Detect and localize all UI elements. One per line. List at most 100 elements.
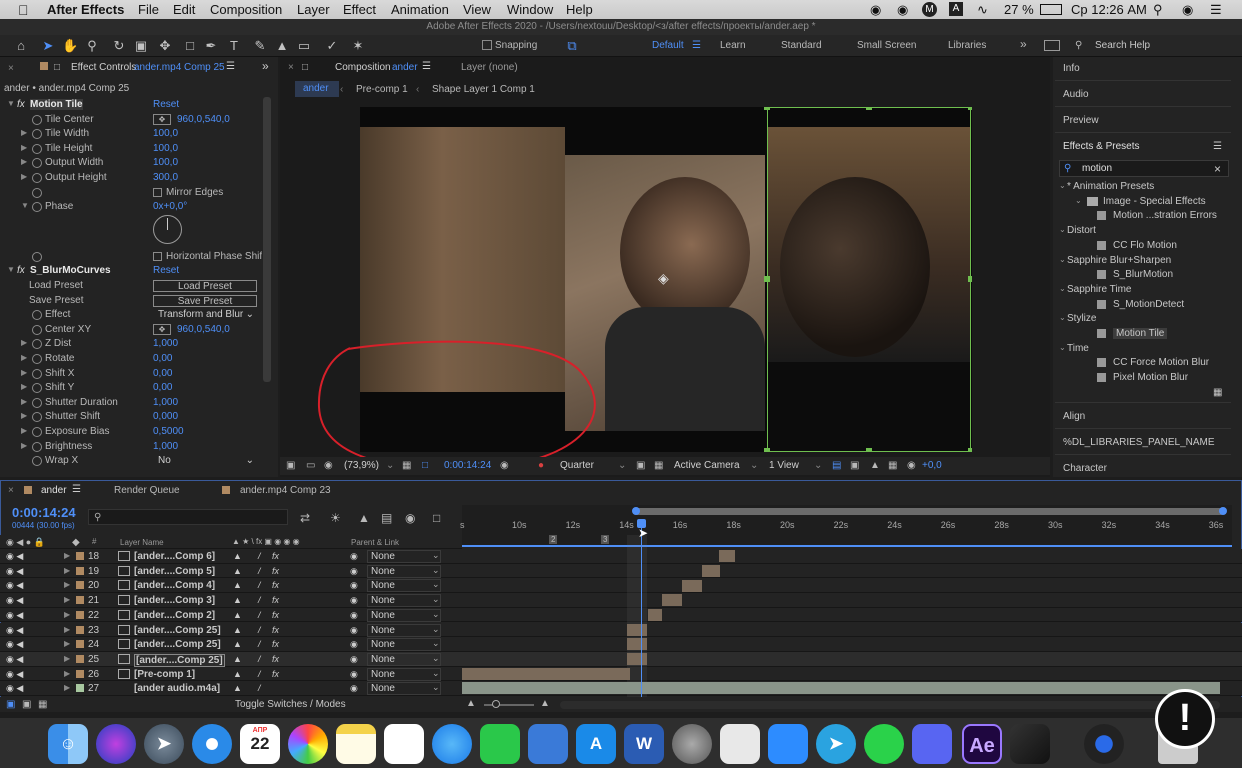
- stopwatch-icon[interactable]: [32, 412, 42, 423]
- bbox-handle[interactable]: [968, 276, 972, 282]
- menu-animation[interactable]: Animation: [391, 2, 449, 17]
- hand-tool-icon[interactable]: ✋: [62, 38, 78, 54]
- facetime-icon[interactable]: [480, 724, 520, 764]
- layer-name[interactable]: [ander audio.m4a]: [134, 683, 220, 694]
- layer-label-color[interactable]: [76, 625, 84, 634]
- property-value[interactable]: 0,00: [153, 353, 172, 364]
- stopwatch-icon[interactable]: [32, 251, 42, 262]
- keynote-icon[interactable]: [528, 724, 568, 764]
- disclosure-triangle-icon[interactable]: ▶: [64, 566, 70, 575]
- eraser-tool-icon[interactable]: ▭: [296, 38, 312, 54]
- layer-name[interactable]: [Pre-comp 1]: [134, 669, 195, 680]
- pickwhip-icon[interactable]: ◉: [350, 639, 358, 650]
- always-preview-icon[interactable]: ▣: [286, 460, 295, 471]
- toggle-switches-modes[interactable]: Toggle Switches / Modes: [235, 699, 346, 710]
- disclosure-triangle-icon[interactable]: ▶: [64, 625, 70, 634]
- character-panel-header[interactable]: Character: [1063, 463, 1107, 474]
- marker-2[interactable]: 2: [549, 535, 558, 544]
- pickwhip-icon[interactable]: ◉: [350, 580, 358, 591]
- shy-switch-icon[interactable]: ▲: [233, 610, 242, 620]
- bbox-handle[interactable]: [866, 107, 872, 110]
- layer-row[interactable]: ◉ ◀ ▶ 25 [ander....Comp 25] ▲ / fx ◉ Non…: [0, 651, 1242, 667]
- work-area-bar[interactable]: [634, 508, 1224, 515]
- composition-tab[interactable]: Composition: [335, 62, 391, 73]
- fx-icon[interactable]: fx: [17, 99, 25, 110]
- effects-item[interactable]: CC Flo Motion: [1055, 239, 1231, 253]
- effect-controls-scrollbar[interactable]: [263, 97, 271, 382]
- workspace-menu-icon[interactable]: ☰: [692, 40, 701, 51]
- effect-controls-tab[interactable]: Effect Controls: [71, 62, 136, 73]
- chevron-down-icon[interactable]: ⌄: [432, 624, 440, 635]
- layer-label-color[interactable]: [76, 640, 84, 649]
- effects-item[interactable]: Pixel Motion Blur: [1055, 371, 1231, 385]
- effects-item[interactable]: CC Force Motion Blur: [1055, 356, 1231, 370]
- layer-bar-24[interactable]: [627, 638, 647, 650]
- disclosure-triangle-icon[interactable]: ▶: [21, 157, 27, 166]
- safari-icon[interactable]: [192, 724, 232, 764]
- chevron-down-icon[interactable]: ⌄: [432, 638, 440, 649]
- views-dropdown[interactable]: 1 View: [769, 460, 799, 471]
- timeline-tab-ander[interactable]: ander: [41, 485, 67, 496]
- effects-search-field[interactable]: ⚲ motion ×: [1059, 160, 1229, 177]
- stopwatch-icon[interactable]: [32, 368, 42, 379]
- quality-switch-icon[interactable]: /: [258, 610, 261, 620]
- stopwatch-icon[interactable]: [32, 173, 42, 183]
- shy-layers-icon[interactable]: ▲: [358, 511, 370, 525]
- discord-icon[interactable]: [912, 724, 952, 764]
- quality-switch-icon[interactable]: /: [258, 580, 261, 590]
- disclosure-triangle-icon[interactable]: ▶: [21, 353, 27, 362]
- zoom-out-icon[interactable]: ▲: [466, 698, 476, 709]
- checkbox[interactable]: [153, 187, 162, 197]
- siri-dock-icon[interactable]: [96, 724, 136, 764]
- fast-previews-icon[interactable]: ▣: [850, 460, 859, 471]
- screen-recorder-icon[interactable]: [1084, 724, 1124, 764]
- apple-menu-icon[interactable]: : [18, 2, 29, 18]
- word-icon[interactable]: W: [624, 724, 664, 764]
- preview-panel-header[interactable]: Preview: [1063, 115, 1099, 126]
- quality-switch-icon[interactable]: /: [258, 654, 261, 664]
- crosshair-icon[interactable]: ✥: [153, 323, 171, 335]
- wifi-icon[interactable]: ∿: [977, 2, 988, 18]
- m-status-icon[interactable]: M: [922, 2, 937, 17]
- disclosure-triangle-icon[interactable]: ▶: [21, 426, 27, 435]
- property-value[interactable]: 960,0,540,0: [177, 114, 230, 125]
- stopwatch-icon[interactable]: [32, 129, 42, 140]
- stopwatch-icon[interactable]: [32, 310, 42, 321]
- timeline-search-field[interactable]: ⚲: [88, 509, 288, 525]
- close-timeline-tab-icon[interactable]: ×: [8, 485, 14, 496]
- fx-switch-icon[interactable]: fx: [272, 639, 279, 649]
- menu-layer[interactable]: Layer: [297, 2, 330, 17]
- visibility-eye-icon[interactable]: ◉ ◀: [6, 595, 23, 606]
- effects-category[interactable]: ⌄ Stylize: [1055, 312, 1231, 326]
- chevron-down-icon[interactable]: ⌄: [618, 460, 626, 471]
- effect-reset-button[interactable]: Reset: [153, 99, 179, 110]
- chevron-down-icon[interactable]: ⌄: [432, 579, 440, 590]
- effects-item[interactable]: Motion Tile: [1055, 327, 1231, 341]
- visibility-eye-icon[interactable]: ◉ ◀: [6, 669, 23, 680]
- frame-blending-icon[interactable]: ▤: [381, 511, 392, 525]
- property-value[interactable]: 0,00: [153, 368, 172, 379]
- shy-switch-icon[interactable]: ▲: [233, 654, 242, 664]
- effect-header[interactable]: ▼ fx S_BlurMoCurves Reset: [0, 264, 262, 279]
- effects-item[interactable]: ⌄ Image - Special Effects: [1055, 195, 1231, 209]
- whatsapp-icon[interactable]: [864, 724, 904, 764]
- comp-mini-flowchart-icon[interactable]: ⇄: [300, 511, 310, 525]
- effects-item[interactable]: Motion ...stration Errors: [1055, 209, 1231, 223]
- pickwhip-icon[interactable]: ◉: [350, 669, 358, 680]
- layer-bar-25[interactable]: [627, 653, 647, 665]
- effects-category[interactable]: ⌄ Sapphire Time: [1055, 283, 1231, 297]
- menu-help[interactable]: Help: [566, 2, 593, 17]
- pan-behind-tool-icon[interactable]: ✥: [157, 38, 173, 54]
- timeline-timecode[interactable]: 0:00:14:24: [12, 505, 76, 520]
- chevron-down-icon[interactable]: ⌄: [750, 460, 758, 471]
- transparency-grid-icon[interactable]: ▦: [654, 460, 663, 471]
- stopwatch-icon[interactable]: [32, 202, 42, 213]
- layer-label-color[interactable]: [76, 596, 84, 605]
- mask-visibility-icon[interactable]: □: [422, 460, 428, 471]
- bbox-handle[interactable]: [764, 107, 770, 110]
- stopwatch-icon[interactable]: [32, 383, 42, 394]
- layer-row[interactable]: ◉ ◀ ▶ 19 [ander....Comp 5] ▲ / fx ◉ None…: [0, 563, 1242, 579]
- pickwhip-icon[interactable]: ◉: [350, 654, 358, 665]
- bbox-handle[interactable]: [968, 448, 972, 452]
- fx-switch-icon[interactable]: fx: [272, 580, 279, 590]
